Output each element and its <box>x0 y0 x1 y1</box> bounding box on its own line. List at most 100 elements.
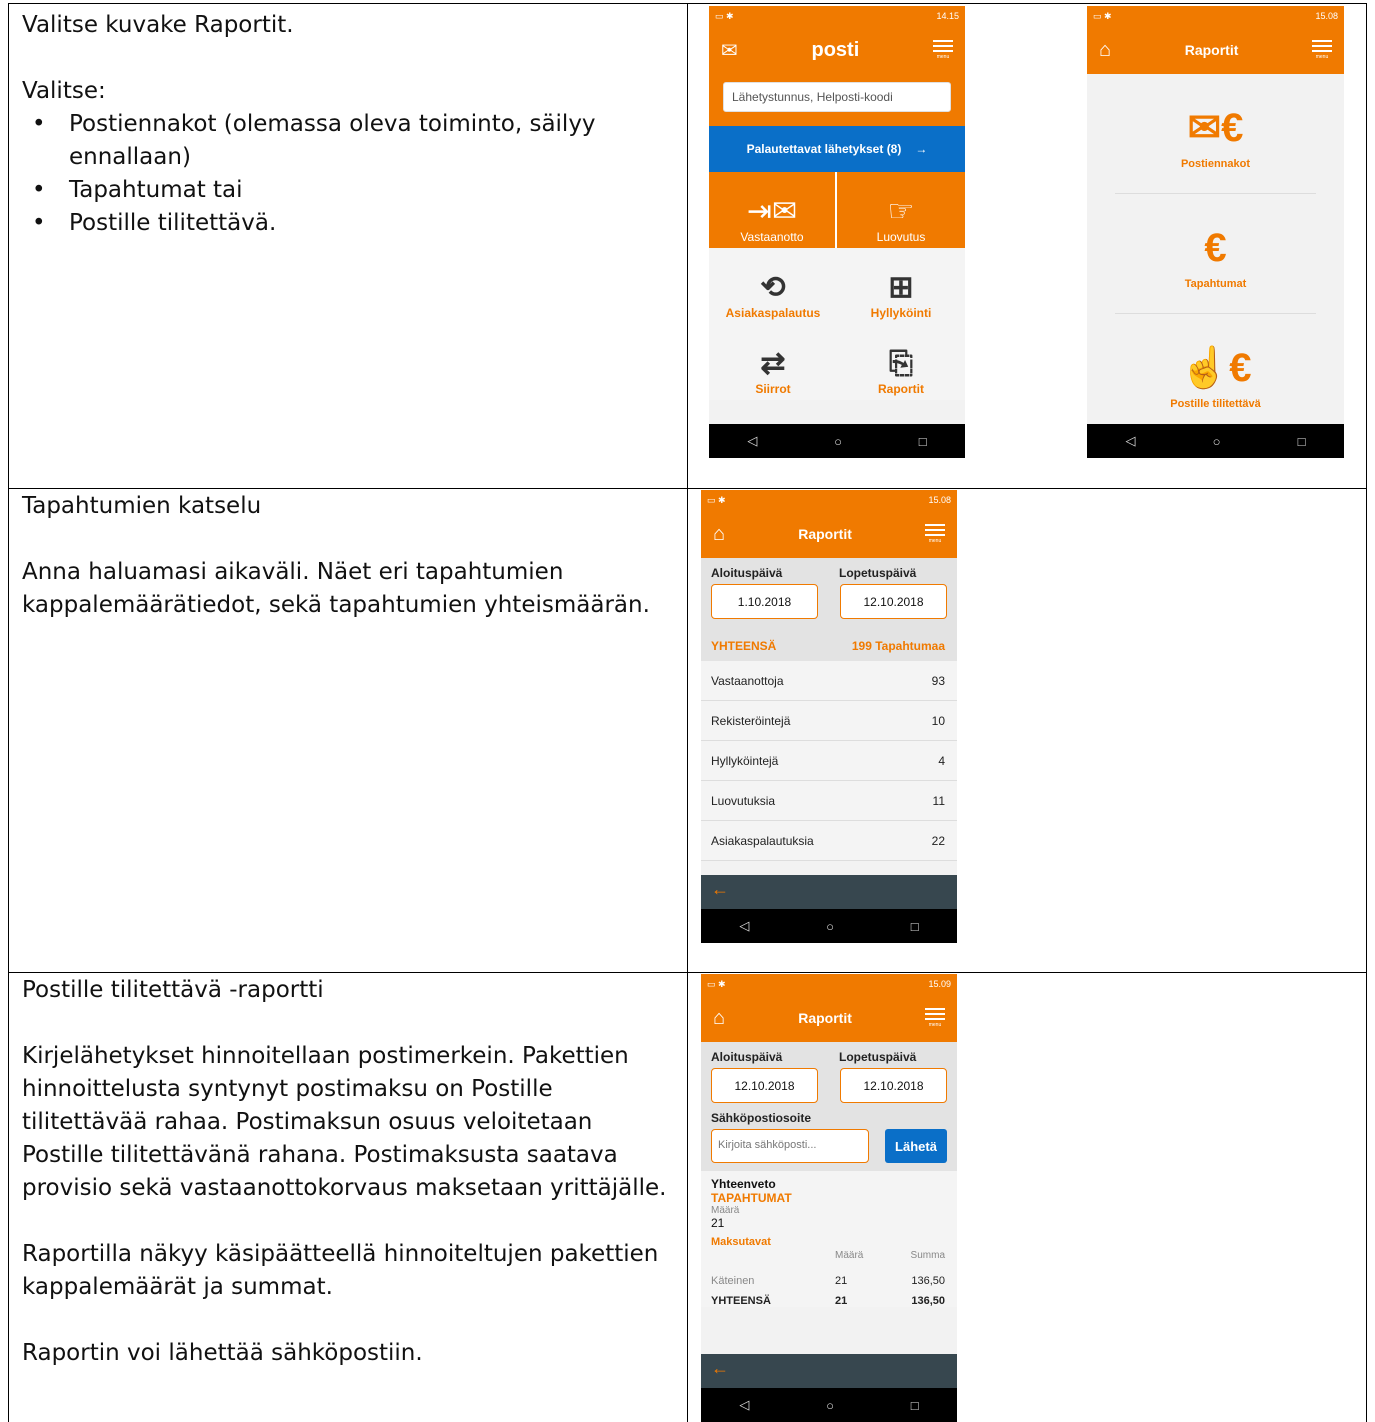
cod-parcel-icon: ✉€ <box>1187 105 1244 150</box>
android-nav-bar: ◁ ○ □ <box>709 424 965 458</box>
back-icon[interactable]: ◁ <box>1126 433 1136 449</box>
end-date-label: Lopetuspäivä <box>839 1050 917 1064</box>
section-heading: Postille tilitettävä -raportti <box>22 977 324 1003</box>
page-title: Raportit <box>798 1010 852 1026</box>
intro-text: Valitse kuvake Raportit. <box>22 12 294 38</box>
return-parcel-icon: ⟲ <box>760 271 786 304</box>
returns-button[interactable]: Palautettavat lähetykset (8) → <box>709 126 965 172</box>
events-label: TAPAHTUMAT <box>711 1191 792 1205</box>
phone-settlement-report: ▭ ✱ 15.09 ⌂ Raportit menu Aloituspäivä Lop… <box>701 974 957 1422</box>
table-border-left <box>8 3 9 1422</box>
tile-vastaanotto[interactable]: ⇥✉ Vastaanotto <box>709 172 837 248</box>
column-header: Määrä <box>835 1250 864 1261</box>
table-row: Vastaanottoja 93 <box>701 661 957 701</box>
posti-logo: posti <box>811 38 860 61</box>
status-bar: ▭ ✱ 15.08 <box>1087 6 1344 26</box>
send-button[interactable]: Lähetä <box>885 1129 947 1163</box>
home-icon[interactable]: ⌂ <box>1099 39 1111 62</box>
table-border-right <box>1366 3 1367 1422</box>
recents-icon[interactable]: □ <box>919 434 927 449</box>
table-row: Hyllyköintejä 4 <box>701 741 957 781</box>
list-item: Postille tilitettävä. <box>22 207 672 240</box>
home-icon[interactable]: ○ <box>826 1398 834 1413</box>
table-column-divider <box>687 3 688 1422</box>
receive-parcel-icon: ⇥✉ <box>746 195 798 228</box>
action-tiles: ⇥✉ Vastaanotto ☞ Luovutus ⟲ Asiakaspalautus… <box>709 172 965 400</box>
column-header: Summa <box>910 1250 945 1261</box>
tile-asiakaspalautus[interactable]: ⟲ Asiakaspalautus <box>709 248 837 324</box>
back-icon[interactable]: ◁ <box>747 433 757 449</box>
home-icon[interactable]: ○ <box>826 919 834 934</box>
options-list: Postiennakot (olemassa oleva toiminto, s… <box>22 108 672 240</box>
start-date-field[interactable]: 1.10.2018 <box>711 584 818 619</box>
home-icon[interactable]: ⌂ <box>713 523 725 546</box>
hand-euro-icon: ☝€ <box>1179 346 1252 390</box>
recents-icon[interactable]: □ <box>911 1398 919 1413</box>
menu-button[interactable]: menu <box>1311 40 1332 60</box>
app-bar: ⌂ Raportit menu <box>701 994 957 1042</box>
row2-text: Tapahtumien katselu Anna haluamasi aikav… <box>22 490 672 655</box>
page-title: Raportit <box>798 526 852 542</box>
email-label: Sähköpostiosoite <box>711 1111 812 1125</box>
recents-icon[interactable]: □ <box>911 919 919 934</box>
menu-button[interactable]: menu <box>924 524 945 544</box>
section-body: Anna haluamasi aikaväli. Näet eri tapaht… <box>22 559 650 618</box>
list-item: Postiennakot (olemassa oleva toiminto, s… <box>22 108 672 174</box>
arrow-right-icon: → <box>915 142 928 156</box>
tile-hyllykointi[interactable]: ⊞ Hyllyköinti <box>837 248 965 324</box>
summary-section: Yhteenveto TAPAHTUMAT Määrä 21 Maksutava… <box>701 1171 957 1307</box>
end-date-field[interactable]: 12.10.2018 <box>840 584 947 619</box>
end-date-field[interactable]: 12.10.2018 <box>840 1068 947 1103</box>
email-field[interactable]: Kirjoita sähköposti... <box>711 1129 869 1163</box>
table-row: Asiakaspalautuksia 22 <box>701 821 957 861</box>
back-arrow-icon[interactable]: ← <box>701 1354 957 1388</box>
tile-siirrot[interactable]: ⇄ Siirrot <box>709 324 837 400</box>
home-icon[interactable]: ○ <box>834 434 842 449</box>
events-total: YHTEENSÄ 199 Tapahtumaa <box>701 627 957 661</box>
status-bar: ▭ ✱ 15.08 <box>701 490 957 510</box>
summary-title: Yhteenveto <box>711 1177 776 1191</box>
status-bar: ▭ ✱ 15.09 <box>701 974 957 994</box>
tile-raportit[interactable]: ⎘ Raportit <box>837 324 965 400</box>
tile-luovutus[interactable]: ☞ Luovutus <box>837 172 965 248</box>
app-bar: ⌂ Raportit menu <box>701 510 957 558</box>
search-area: Lähetystunnus, Helposti-koodi <box>709 74 965 126</box>
phone-events-report: ▭ ✱ 15.08 ⌂ Raportit menu Aloituspäivä Lop… <box>701 490 957 943</box>
report-icon: ⎘ <box>889 347 913 380</box>
table-row-divider-1 <box>8 488 1367 489</box>
start-date-label: Aloituspäivä <box>711 566 783 580</box>
back-icon[interactable]: ◁ <box>739 1397 749 1413</box>
menu-button[interactable]: menu <box>924 1008 945 1028</box>
android-nav-bar: ◁ ○ □ <box>1087 424 1344 458</box>
start-date-field[interactable]: 12.10.2018 <box>711 1068 818 1103</box>
search-input[interactable]: Lähetystunnus, Helposti-koodi <box>723 82 951 112</box>
end-date-label: Lopetuspäivä <box>839 566 917 580</box>
report-postiennakot[interactable]: ✉€ Postiennakot <box>1115 74 1316 194</box>
home-icon[interactable]: ⌂ <box>713 1007 725 1030</box>
report-postille-tilitettava[interactable]: ☝€ Postille tilitettävä <box>1115 314 1316 434</box>
euro-document-icon: € <box>1204 225 1227 270</box>
row1-text: Valitse kuvake Raportit. Valitse: Postie… <box>22 9 672 240</box>
back-arrow-icon[interactable]: ← <box>701 875 957 909</box>
android-nav-bar: ◁ ○ □ <box>701 1388 957 1422</box>
payment-methods-label: Maksutavat <box>711 1236 771 1248</box>
table-row: Luovutuksia 11 <box>701 781 957 821</box>
home-icon[interactable]: ○ <box>1213 434 1221 449</box>
choose-text: Valitse: <box>22 78 106 104</box>
report-tapahtumat[interactable]: € Tapahtumat <box>1115 194 1316 314</box>
post-horn-icon[interactable]: ✉ <box>721 38 738 63</box>
page-title: Raportit <box>1184 42 1239 58</box>
app-bar: ✉ posti menu <box>709 26 965 74</box>
table-row: Rekisteröintejä 10 <box>701 701 957 741</box>
list-item: Tapahtumat tai <box>22 174 672 207</box>
status-bar: ▭ ✱ 14.15 <box>709 6 965 26</box>
start-date-label: Aloituspäivä <box>711 1050 783 1064</box>
menu-button[interactable]: menu <box>932 40 953 60</box>
section-body: Raportilla näkyy käsipäätteellä hinnoite… <box>22 1241 659 1300</box>
count-label: Määrä <box>711 1205 740 1216</box>
date-range: Aloituspäivä Lopetuspäivä 1.10.2018 12.10.… <box>701 558 957 627</box>
phone-reports-menu: ▭ ✱ 15.08 ⌂ Raportit menu ✉€ Postiennakot … <box>1087 6 1344 458</box>
row3-text: Postille tilitettävä -raportti Kirjelähe… <box>22 974 672 1403</box>
recents-icon[interactable]: □ <box>1298 434 1306 449</box>
back-icon[interactable]: ◁ <box>739 918 749 934</box>
